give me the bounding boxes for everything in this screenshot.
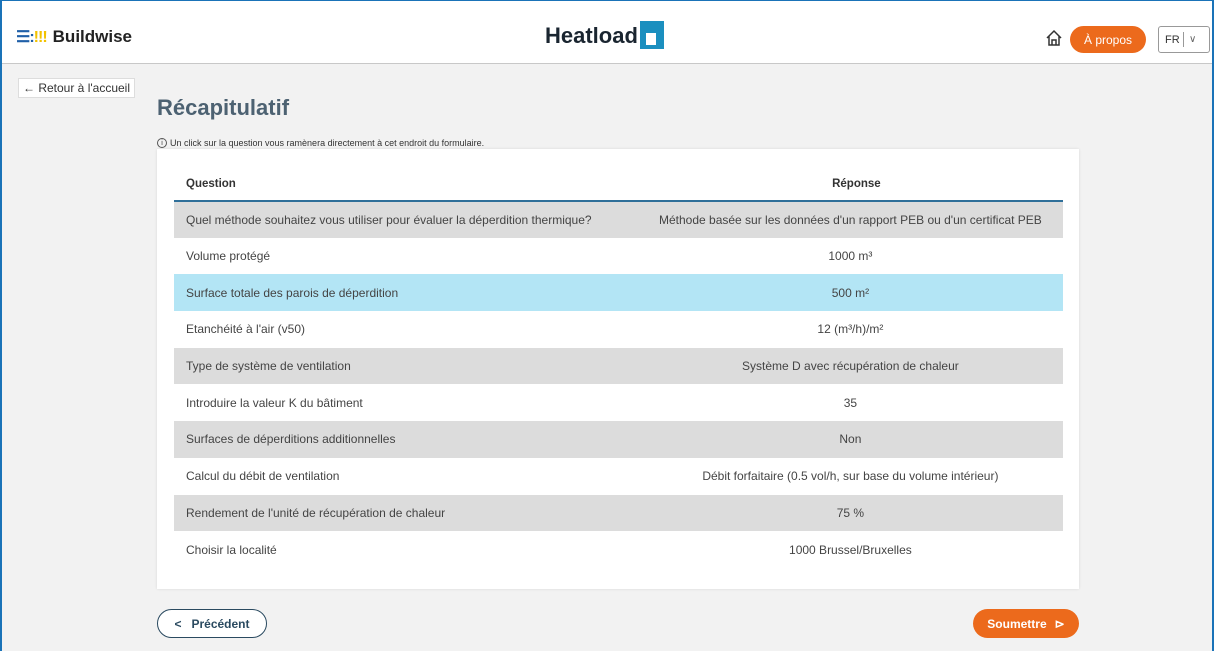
submit-button[interactable]: Soumettre ⊳ xyxy=(973,609,1079,638)
buildwise-logo[interactable]: ☰:!!! Buildwise xyxy=(16,27,132,47)
info-note: i Un click sur la question vous ramènera… xyxy=(157,138,484,148)
submit-button-label: Soumettre xyxy=(987,616,1047,631)
column-header-question: Question xyxy=(174,168,638,202)
answer-cell: Méthode basée sur les données d'un rappo… xyxy=(637,201,1063,238)
previous-button[interactable]: < Précédent xyxy=(157,609,267,638)
answer-cell: 35 xyxy=(843,395,858,410)
app-header: ☰:!!! Buildwise Heatload À propos FR ∨ xyxy=(2,1,1212,64)
answer-cell: 12 (m³/h)/m² xyxy=(817,322,884,337)
question-cell[interactable]: Quel méthode souhaitez vous utiliser pou… xyxy=(174,201,638,238)
summary-table: Question Réponse Quel méthode souhaitez … xyxy=(174,168,1063,568)
chevron-left-icon: < xyxy=(174,616,182,631)
table-row[interactable]: Choisir la localité 1000 Brussel/Bruxell… xyxy=(174,531,1063,568)
table-row[interactable]: Type de système de ventilation Système D… xyxy=(174,347,1063,385)
buildwise-logo-mark: ☰:!!! xyxy=(16,29,48,46)
heatload-brand-text: Heatload xyxy=(545,23,638,48)
table-header-row: Question Réponse xyxy=(174,168,1063,202)
table-row[interactable]: Volume protégé 1000 m³ xyxy=(174,238,1063,275)
heatload-logo-icon xyxy=(639,21,664,49)
answer-cell: 75 % xyxy=(637,494,1063,532)
question-cell[interactable]: Calcul du débit de ventilation xyxy=(174,458,638,495)
back-to-home-link[interactable]: ← Retour à l'accueil xyxy=(18,78,136,98)
table-row[interactable]: Surface totale des parois de déperdition… xyxy=(174,274,1063,312)
answer-cell: 1000 Brussel/Bruxelles xyxy=(789,542,912,557)
summary-card: Question Réponse Quel méthode souhaitez … xyxy=(157,149,1079,589)
send-icon: ⊳ xyxy=(1054,616,1065,631)
language-select[interactable]: FR ∨ xyxy=(1158,26,1210,53)
table-row[interactable]: Surfaces de déperditions additionnelles … xyxy=(174,421,1063,458)
info-icon: i xyxy=(157,138,167,148)
info-note-text: Un click sur la question vous ramènera d… xyxy=(170,138,485,148)
question-cell[interactable]: Introduire la valeur K du bâtiment xyxy=(174,384,638,421)
buildwise-logo-text: Buildwise xyxy=(52,27,133,46)
table-row[interactable]: Introduire la valeur K du bâtiment 35 xyxy=(174,384,1063,421)
answer-cell: Système D avec récupération de chaleur xyxy=(637,347,1063,385)
about-button[interactable]: À propos xyxy=(1070,26,1146,53)
question-cell[interactable]: Volume protégé xyxy=(174,238,638,275)
answer-cell: 500 m² xyxy=(637,274,1063,312)
question-cell[interactable]: Etanchéité à l'air (v50) xyxy=(174,311,638,348)
answer-cell: 1000 m³ xyxy=(828,249,873,264)
table-row[interactable]: Rendement de l'unité de récupération de … xyxy=(174,494,1063,532)
previous-button-label: Précédent xyxy=(191,616,250,631)
question-cell[interactable]: Type de système de ventilation xyxy=(174,347,638,385)
question-cell[interactable]: Surfaces de déperditions additionnelles xyxy=(174,421,638,458)
heatload-brand[interactable]: Heatload xyxy=(545,21,664,49)
column-header-response: Réponse xyxy=(637,168,1063,202)
home-icon[interactable] xyxy=(1045,29,1063,47)
table-row[interactable]: Calcul du débit de ventilation Débit for… xyxy=(174,458,1063,495)
language-select-value: FR xyxy=(1165,33,1180,46)
page-title: Récapitulatif xyxy=(157,95,290,120)
question-cell[interactable]: Choisir la localité xyxy=(174,531,638,568)
question-cell[interactable]: Surface totale des parois de déperdition xyxy=(174,274,638,312)
question-cell[interactable]: Rendement de l'unité de récupération de … xyxy=(174,494,638,532)
chevron-down-icon: ∨ xyxy=(1189,34,1197,45)
answer-cell: Débit forfaitaire (0.5 vol/h, sur base d… xyxy=(702,469,999,484)
table-row[interactable]: Etanchéité à l'air (v50) 12 (m³/h)/m² xyxy=(174,311,1063,348)
table-row[interactable]: Quel méthode souhaitez vous utiliser pou… xyxy=(174,201,1063,238)
answer-cell: Non xyxy=(637,421,1063,458)
